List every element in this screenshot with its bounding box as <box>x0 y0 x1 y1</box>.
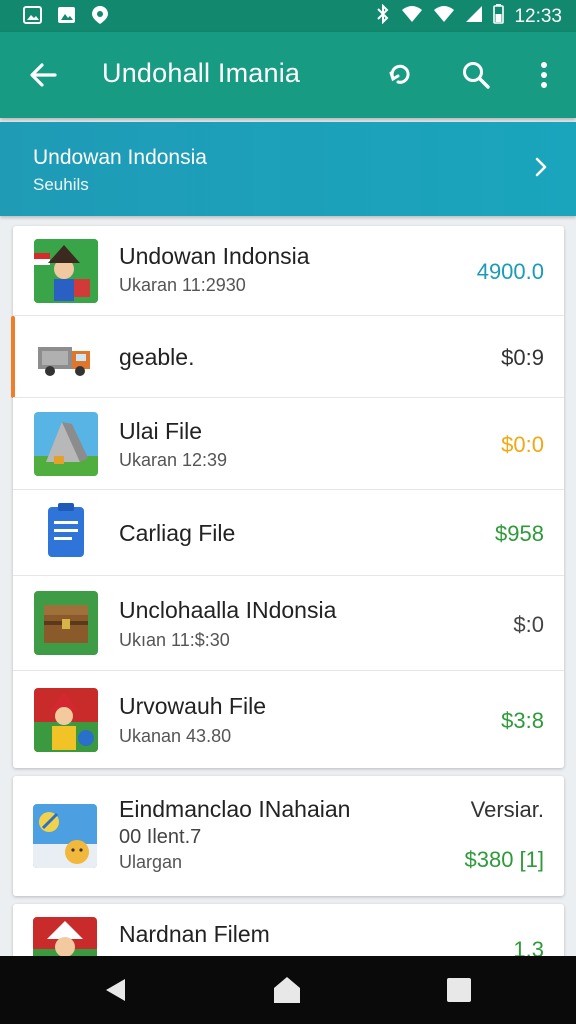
item-subtitle: Ulargan <box>119 852 183 872</box>
item-subtitle: Ukıan 11:$:30 <box>119 630 230 650</box>
clock-time: 12:33 <box>514 6 562 27</box>
list-item[interactable]: Undowan Indonsia Ukaran 11:2930 4900.0 <box>13 226 564 316</box>
header-banner[interactable]: Undowan Indonsia Seuhils <box>0 122 576 216</box>
search-icon[interactable] <box>456 55 496 95</box>
banner-title: Undowan Indonsia <box>33 146 207 169</box>
back-triangle-icon[interactable] <box>100 973 134 1007</box>
list-item[interactable]: Urvowauh File Ukanan 43.80 $3:8 <box>13 671 564 768</box>
delivery-truck-icon <box>34 325 98 389</box>
tent-landscape-thumbnail-icon <box>34 412 98 476</box>
item-subtitle: Ukaran 12:39 <box>119 450 228 470</box>
signal-icon <box>433 5 455 29</box>
item-title: Unclohaalla INdonsia <box>119 597 337 623</box>
person-flag-thumbnail-icon <box>34 239 98 303</box>
home-icon[interactable] <box>270 973 304 1007</box>
file-list-card: Undowan Indonsia Ukaran 11:2930 4900.0 g… <box>11 226 564 768</box>
chevron-right-icon <box>526 152 556 182</box>
item-title: Nardnan Filem <box>119 921 270 947</box>
item-title: Carliag File <box>119 520 236 546</box>
item-price: $0:9 <box>501 345 544 370</box>
status-bar: 12:33 <box>0 0 576 32</box>
battery-icon <box>493 4 505 30</box>
image-icon <box>22 5 42 25</box>
back-arrow-icon[interactable] <box>24 55 64 95</box>
system-nav-bar <box>0 956 576 1024</box>
item-subtitle: Ukanan 43.80 <box>119 726 232 746</box>
item-subtitle: Ukaran 11:2930 <box>119 275 246 295</box>
item-title: Undowan Indonsia <box>119 243 310 269</box>
item-title: Eindmanclao INahaian <box>119 796 351 822</box>
selected-indicator <box>11 316 15 398</box>
list-item[interactable]: Ulai File Ukaran 12:39 $0:0 <box>13 398 564 490</box>
banner-subtitle: Seuhils <box>33 175 89 194</box>
item-price: $958 <box>495 521 544 546</box>
file-detail-card[interactable]: Eindmanclao INahaian 00 Ilent.7 Ulargan … <box>13 776 564 896</box>
weather-sticker-thumbnail-icon <box>33 804 97 868</box>
item-price: $3:8 <box>501 708 544 733</box>
toolbar-title: Undohall Imania <box>102 58 301 88</box>
item-title: Ulai File <box>119 418 203 444</box>
signal-bars-icon <box>465 5 483 29</box>
version-label: Versiar. <box>470 797 544 822</box>
item-title: geable. <box>119 344 195 370</box>
person-red-hat-thumbnail-icon <box>34 688 98 752</box>
list-item[interactable]: Carliag File $958 <box>13 490 564 576</box>
app-toolbar: Undohall Imania <box>0 32 576 118</box>
sync-icon[interactable] <box>380 55 420 95</box>
more-vert-icon[interactable] <box>524 55 564 95</box>
item-price: $380 [1] <box>464 847 544 872</box>
item-title: Urvowauh File <box>119 693 266 719</box>
wifi-icon <box>401 5 423 29</box>
list-item[interactable]: geable. $0:9 <box>11 316 564 398</box>
list-item[interactable]: Unclohaalla INdonsia Ukıan 11:$:30 $:0 <box>13 576 564 671</box>
photo-icon <box>56 5 76 25</box>
treasure-chest-thumbnail-icon <box>34 591 98 655</box>
bluetooth-icon <box>375 3 391 30</box>
document-list-icon <box>34 501 98 565</box>
recents-square-icon[interactable] <box>442 973 476 1007</box>
item-count: 00 Ilent.7 <box>119 826 202 848</box>
item-price: 4900.0 <box>476 259 544 284</box>
item-price: $0:0 <box>501 432 544 457</box>
maps-pin-icon <box>90 5 110 25</box>
item-price: $:0 <box>513 612 544 637</box>
